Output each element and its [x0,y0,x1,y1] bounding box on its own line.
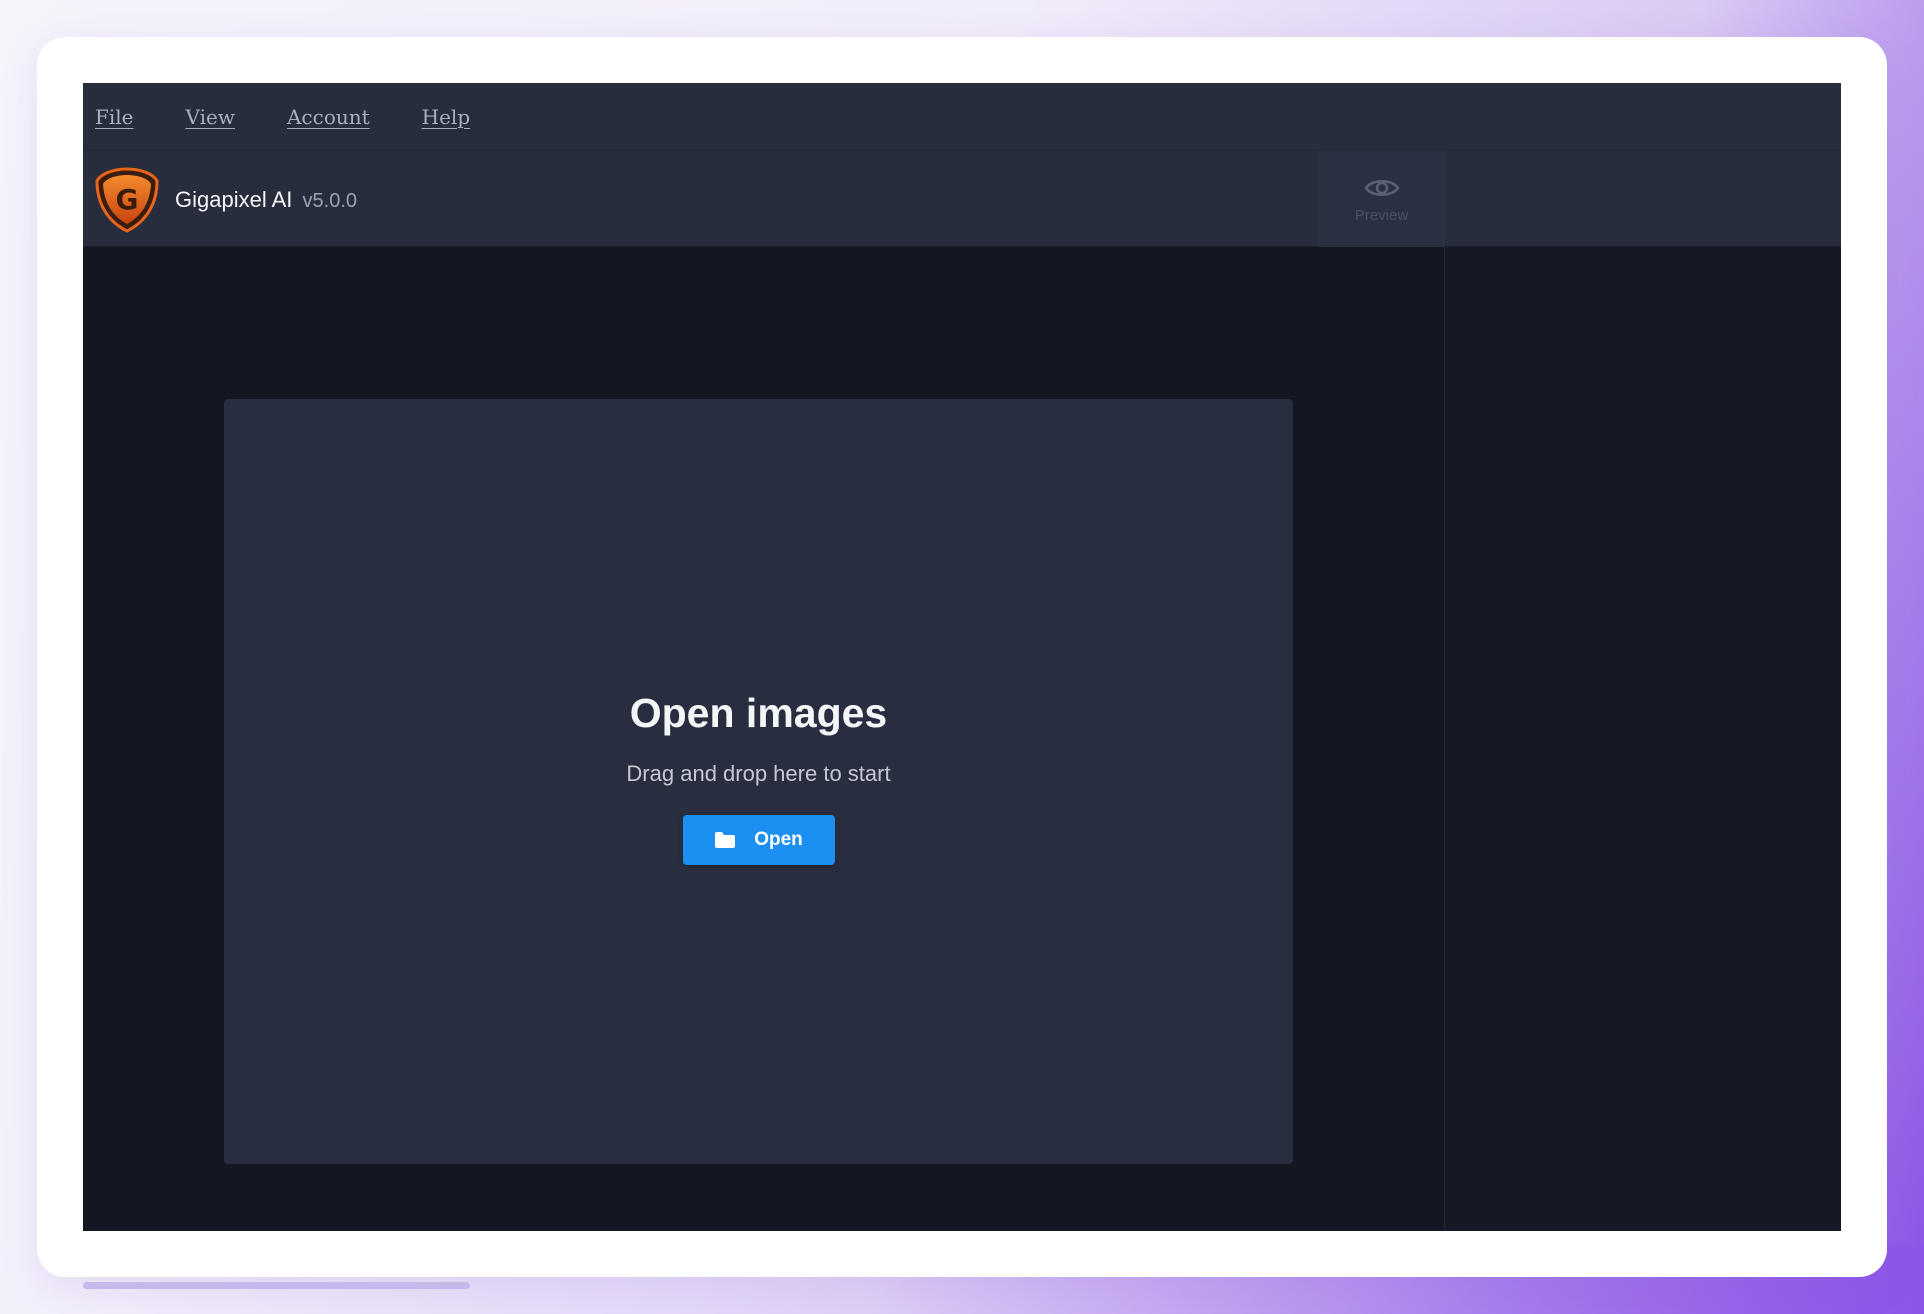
app-title: Gigapixel AI v5.0.0 [175,187,357,213]
menubar: File View Account Help [83,83,1841,151]
app-version: v5.0.0 [302,190,358,212]
app-name: Gigapixel AI [175,187,293,212]
folder-icon [715,832,736,848]
menu-help[interactable]: Help [422,105,470,129]
menu-view[interactable]: View [186,105,235,129]
app-window: File View Account Help G Gigapixel AI v5… [83,83,1841,1231]
menu-account[interactable]: Account [287,105,370,129]
app-header: G Gigapixel AI v5.0.0 Preview [83,151,1841,247]
svg-text:G: G [116,183,139,216]
menu-file[interactable]: File [95,105,134,129]
drop-zone-subtitle: Drag and drop here to start [626,761,891,786]
eye-icon [1363,179,1400,196]
gigapixel-logo-icon: G [95,167,159,233]
open-button-label: Open [754,829,803,850]
image-canvas-area: Open images Drag and drop here to start … [83,247,1444,1231]
open-button[interactable]: Open [682,815,835,865]
drop-zone[interactable]: Open images Drag and drop here to start … [224,399,1293,1164]
drop-zone-title: Open images [629,690,888,736]
preview-label: Preview [1354,206,1409,224]
settings-panel [1445,247,1841,1231]
scroll-indicator [83,1282,470,1289]
preview-button[interactable]: Preview [1319,151,1444,247]
